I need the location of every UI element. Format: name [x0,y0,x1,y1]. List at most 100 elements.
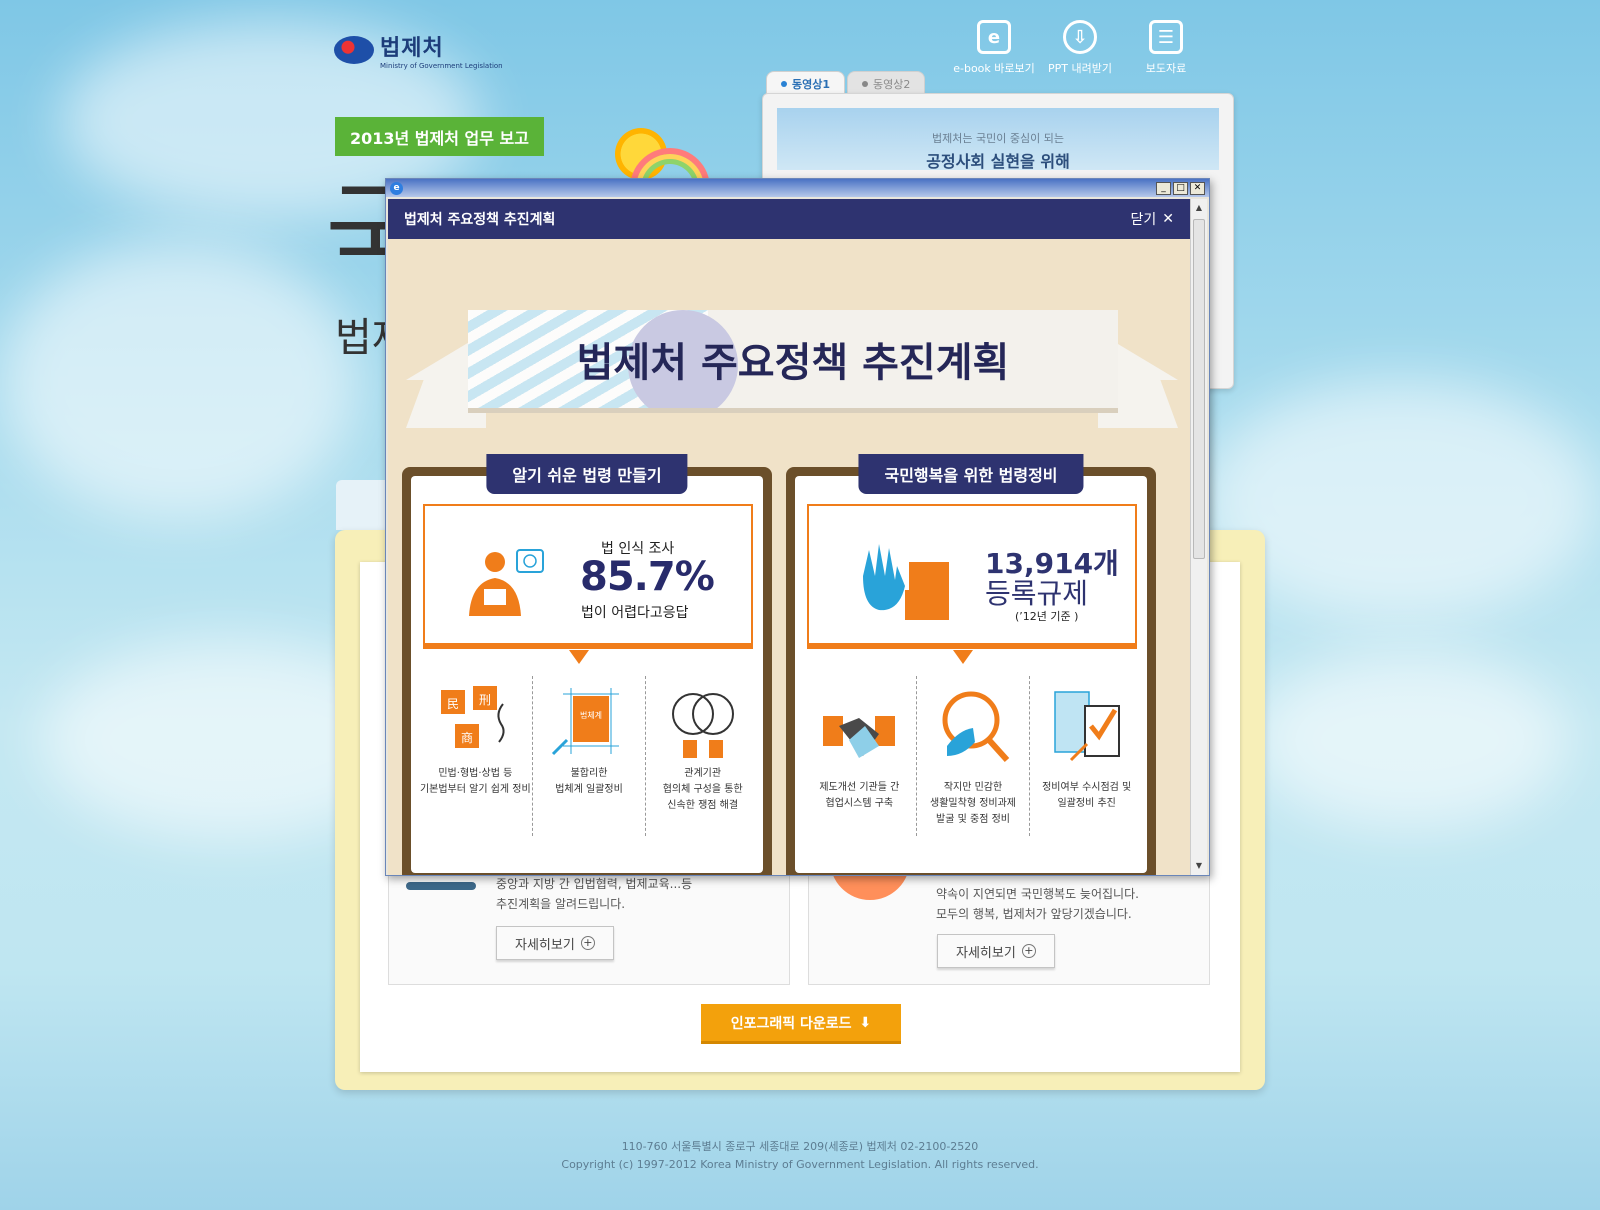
download-icon: ⇩ [1063,20,1097,54]
scroll-down-arrow-icon[interactable]: ▼ [1193,859,1205,873]
card-right-line2: 모두의 행복, 법제처가 앞당기겠습니다. [936,907,1132,921]
popup-close-button[interactable]: 닫기 ✕ [1131,209,1175,229]
video-caption-line2: 공정사회 실현을 위해 [926,152,1070,171]
video-screen: 법제처는 국민이 중심이 되는 공정사회 실현을 위해 [777,108,1219,171]
char-hyeong: 刑 [479,693,491,707]
feature-inspection: 정비여부 수시점검 및 일괄정비 추진 [1030,676,1143,836]
clipboard-icon: ☰ [1149,20,1183,54]
more-button-left[interactable]: 자세히보기 + [496,926,614,960]
handshake-icon [823,716,896,758]
char-min: 民 [447,697,459,711]
card-right-line1: 약속이 지연되면 국민행복도 늦어집니다. [936,887,1139,901]
law-system-book-icon: 법체계 [551,688,619,756]
site-logo[interactable]: 법제처 Ministry of Government Legislation [334,30,503,70]
stat-left-value: 85.7% [580,554,715,600]
feature-law-system-line1: 불합리한 [570,768,608,779]
more-button-right[interactable]: 자세히보기 + [937,934,1055,968]
popup-title: 법제처 주요정책 추진계획 [404,212,556,228]
feature-collaboration: 제도개선 기관들 간 협업시스템 구축 [803,676,917,836]
stat-pointer-left [569,650,589,664]
top-tools: e e-book 바로보기 ⇩ PPT 내려받기 ☰ 보도자료 [953,20,1200,76]
dot-icon [862,80,869,87]
popup-header: 법제처 주요정책 추진계획 닫기 ✕ [388,199,1190,239]
panel-law-maintenance: 국민행복을 위한 법령정비 13,914개 등록규제 (’12년 기준 ) 제도… [786,454,1156,875]
feature-collaboration-line1: 제도개선 기관들 간 [819,782,900,793]
feature-agency-line3: 신속한 쟁점 해결 [667,800,739,811]
scroll-up-arrow-icon[interactable]: ▲ [1193,201,1205,215]
ebook-link[interactable]: e e-book 바로보기 [953,20,1035,76]
card-left-line1: 중앙과 지방 간 입법협력, 법제교육...등 [496,877,693,891]
cloud-decoration [0,240,360,520]
feature-life-tasks-line3: 발굴 및 중점 정비 [936,814,1010,825]
panel-easy-laws: 알기 쉬운 법령 만들기 법 인식 조사 85.7% 법이 어렵다고응답 民 刑… [402,454,772,875]
feature-life-tasks-line2: 생활밀착형 정비과제 [930,798,1016,809]
reading-person-icon [469,549,544,616]
popup-close-label: 닫기 [1130,212,1157,228]
window-titlebar[interactable]: e _ □ ✕ [386,179,1209,197]
dot-icon [781,80,787,87]
magnifier-icon [942,691,1010,763]
feature-law-system: 법체계 불합리한 법체계 일괄정비 [533,676,647,836]
feature-agency-text: 관계기관 협의체 구성을 통한 신속한 쟁점 해결 [646,766,759,814]
popup-content: 법제처 주요정책 추진계획 닫기 ✕ 법제처 주요정책 추진계획 알기 쉬운 법… [388,199,1190,875]
stat-left-bottom: 법이 어렵다고응답 [581,605,689,621]
feature-inspection-line1: 정비여부 수시점검 및 [1042,782,1132,793]
feature-law-codes-text: 민법·형법·상법 등 기본법부터 알기 쉽게 정비 [419,766,532,798]
panel-law-maintenance-paper: 국민행복을 위한 법령정비 13,914개 등록규제 (’12년 기준 ) 제도… [795,454,1147,873]
popup-window: e _ □ ✕ 법제처 주요정책 추진계획 닫기 ✕ 법제처 주요정책 추진계획… [385,178,1210,876]
plus-icon: + [580,936,595,950]
minimize-button[interactable]: _ [1156,181,1171,195]
ebook-label: e-book 바로보기 [953,62,1035,75]
tab-video-2[interactable]: 동영상2 [847,71,926,95]
ppt-download-link[interactable]: ⇩ PPT 내려받기 [1046,20,1114,76]
feature-law-system-line2: 법체계 일괄정비 [555,784,623,795]
window-close-button[interactable]: ✕ [1190,181,1205,195]
stat-right-note: (’12년 기준 ) [1015,610,1079,623]
char-sang: 商 [461,730,473,745]
footer-address: 110-760 서울특별시 종로구 세종대로 209(세종로) 법제처 02-2… [621,1140,979,1153]
feature-row-right: 제도개선 기관들 간 협업시스템 구축 작지만 민감한 생활밀착형 정비과제 발… [803,676,1143,836]
feature-collaboration-line2: 협업시스템 구축 [825,798,894,809]
infographic-download-label: 인포그래픽 다운로드 [730,1015,852,1032]
feature-life-tasks-line1: 작지만 민감한 [943,782,1003,793]
feature-life-tasks-text: 작지만 민감한 생활밀착형 정비과제 발굴 및 중점 정비 [917,780,1030,828]
infographic-download-button[interactable]: 인포그래픽 다운로드 ⬇ [701,1004,901,1044]
maximize-button[interactable]: □ [1173,181,1188,195]
feature-law-codes: 民 刑 商 민법·형법·상법 등 기본법부터 알기 쉽게 정비 [419,676,533,836]
feature-life-tasks: 작지만 민감한 생활밀착형 정비과제 발굴 및 중점 정비 [917,676,1031,836]
tab-video-1[interactable]: 동영상1 [766,71,846,95]
card-left-text: 중앙과 지방 간 입법협력, 법제교육...등 추진계획을 알려드립니다. [496,874,692,914]
press-release-link[interactable]: ☰ 보도자료 [1132,20,1200,76]
download-arrow-icon: ⬇ [859,1014,872,1031]
plus-icon: + [1021,944,1036,958]
panel-easy-laws-tag: 알기 쉬운 법령 만들기 [486,454,688,494]
tab-video-1-label: 동영상1 [792,77,831,91]
popup-scrollbar[interactable]: ▲ ▼ [1190,199,1207,875]
panel-law-maintenance-tag: 국민행복을 위한 법령정비 [858,454,1084,494]
feature-agency-line1: 관계기관 [684,768,722,779]
feature-inspection-text: 정비여부 수시점검 및 일괄정비 추진 [1030,780,1143,812]
feature-law-codes-line1: 민법·형법·상법 등 [438,768,513,779]
cloud-decoration [1250,650,1570,830]
stat-box-left: 법 인식 조사 85.7% 법이 어렵다고응답 [423,504,753,649]
logo-subtitle: Ministry of Government Legislation [380,62,503,70]
stat-box-right: 13,914개 등록규제 (’12년 기준 ) [807,504,1137,649]
footer: 110-760 서울특별시 종로구 세종대로 209(세종로) 법제처 02-2… [0,1138,1600,1174]
stat-pointer-right [953,650,973,664]
logo-title: 법제처 [380,36,444,61]
feature-agency-cooperation: 관계기관 협의체 구성을 통한 신속한 쟁점 해결 [646,676,759,836]
stat-right-label: 등록규제 [985,577,1089,610]
feature-collaboration-text: 제도개선 기관들 간 협업시스템 구축 [803,780,916,812]
law-codes-icon: 民 刑 商 [441,686,505,748]
video-caption-line1: 법제처는 국민이 중심이 되는 [932,132,1064,145]
ppt-download-label: PPT 내려받기 [1048,62,1112,75]
logo-emblem-icon [334,36,374,64]
press-release-label: 보도자료 [1145,62,1187,75]
more-button-left-label: 자세히보기 [515,937,575,953]
feature-agency-line2: 협의체 구성을 통한 [662,784,743,795]
hand-documents-icon [863,544,949,620]
card-left-line2: 추진계획을 알려드립니다. [496,897,626,911]
checklist-icon [1053,691,1120,762]
video-tabs: 동영상1 동영상2 [766,71,926,95]
scroll-thumb[interactable] [1193,219,1205,559]
